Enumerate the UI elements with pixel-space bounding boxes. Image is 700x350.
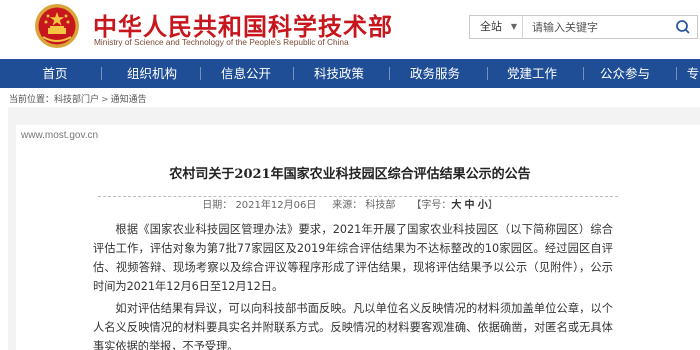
search-icon[interactable]: [669, 16, 697, 38]
font-size-close: 】: [487, 200, 498, 211]
breadcrumb: 当前位置：科技部门户 > 通知通告: [9, 92, 147, 105]
site-url: www.most.gov.cn: [21, 130, 99, 141]
main-nav: 首页 组织机构 信息公开 科技政策 政务服务 党建工作 公众参与 专: [0, 59, 700, 88]
nav-item-special[interactable]: 专: [686, 59, 700, 88]
site-title-en: Ministry of Science and Technology of th…: [94, 37, 349, 47]
search-scope-label: 全站: [480, 20, 502, 33]
nav-divider: [487, 67, 488, 80]
article-paragraph: 根据《国家农业科技园区管理办法》要求，2021年开展了国家农业科技园区（以下简称…: [93, 223, 613, 293]
font-size-large-button[interactable]: 大: [451, 200, 462, 211]
nav-divider: [676, 67, 677, 80]
nav-divider: [101, 67, 102, 80]
breadcrumb-item-notices[interactable]: 通知通告: [111, 95, 147, 105]
article-paragraph: 如对评估结果有异议，可以向科技部书面反映。凡以单位名义反映情况的材料须加盖单位公…: [93, 302, 613, 350]
nav-item-party-building[interactable]: 党建工作: [496, 59, 568, 88]
national-emblem-icon[interactable]: [34, 3, 80, 49]
search-input[interactable]: [524, 16, 668, 38]
search-scope-select[interactable]: 全站 ▼: [470, 16, 523, 38]
nav-item-policy[interactable]: 科技政策: [303, 59, 375, 88]
font-size-small-button[interactable]: 小: [477, 200, 488, 211]
nav-item-organization[interactable]: 组织机构: [116, 59, 188, 88]
article-source: 来源： 科技部: [332, 200, 396, 211]
search-bar: 全站 ▼: [469, 15, 698, 39]
article-title: 农村司关于2021年国家农业科技园区综合评估结果公示的公告: [169, 167, 531, 182]
nav-divider: [200, 67, 201, 80]
site-header: 中华人民共和国科学技术部 Ministry of Science and Tec…: [0, 0, 700, 60]
breadcrumb-prefix: 当前位置：: [9, 95, 55, 105]
nav-item-home[interactable]: 首页: [24, 59, 86, 88]
nav-divider: [389, 67, 390, 80]
breadcrumb-separator: >: [101, 95, 109, 105]
article-meta: 日期： 2021年12月06日 来源： 科技部 【字号：大 中 小】: [0, 196, 700, 211]
nav-divider: [583, 67, 584, 80]
font-size-medium-button[interactable]: 中: [464, 200, 475, 211]
nav-item-gov-services[interactable]: 政务服务: [399, 59, 471, 88]
breadcrumb-item-portal[interactable]: 科技部门户: [54, 95, 99, 105]
nav-item-info-disclosure[interactable]: 信息公开: [210, 59, 282, 88]
nav-item-public-participation[interactable]: 公众参与: [589, 59, 661, 88]
font-size-label: 【字号：: [411, 200, 452, 211]
chevron-down-icon: ▼: [510, 22, 517, 31]
article-date: 日期： 2021年12月06日: [202, 200, 317, 211]
nav-divider: [293, 67, 294, 80]
